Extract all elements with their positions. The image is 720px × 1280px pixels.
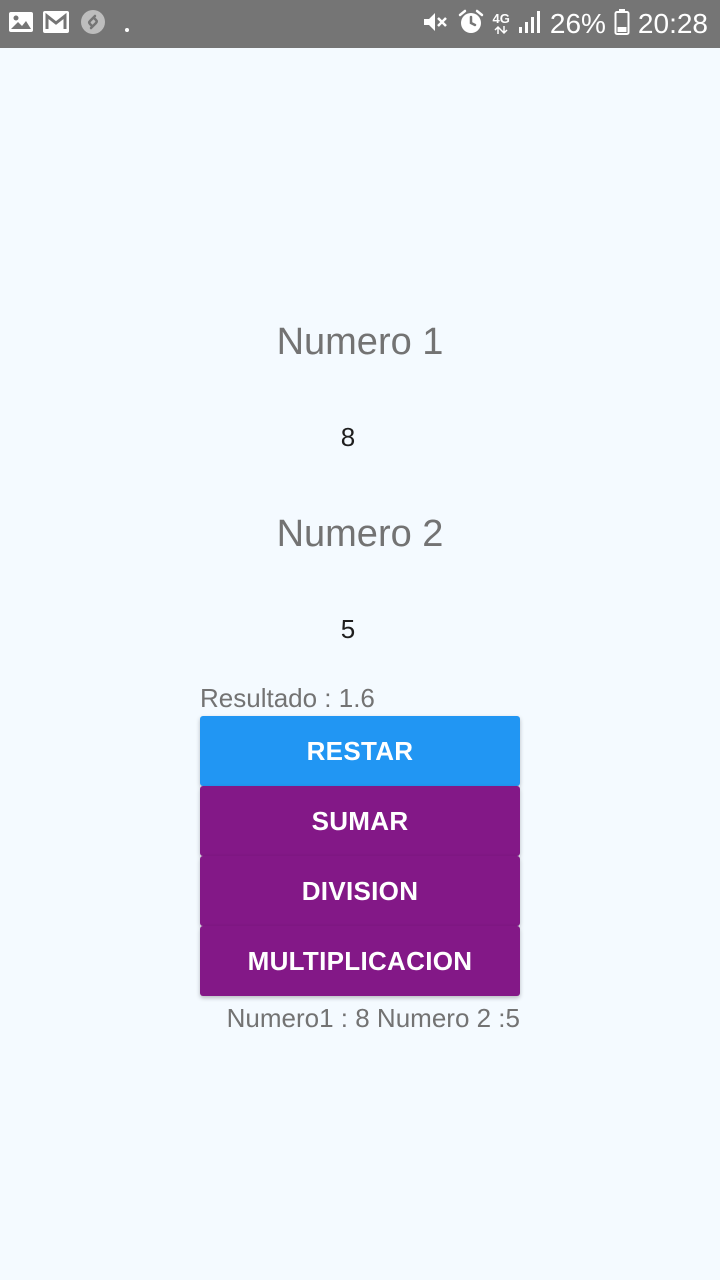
result-text: Resultado : 1.6 [200,683,375,713]
vibrate-icon [421,8,449,41]
numbers-summary: Numero1 : 8 Numero 2 :5 [226,1003,520,1033]
gmail-icon [42,9,70,40]
alarm-icon [457,8,485,41]
division-button[interactable]: DIVISION [200,856,520,926]
calculator-screen: Numero 1 8 Numero 2 5 Resultado : 1.6 RE… [0,48,720,1280]
status-bar: 4G 26% 20:28 [0,0,720,48]
multiplicacion-button[interactable]: MULTIPLICACION [200,926,520,996]
image-icon [8,9,34,40]
signal-icon [518,9,542,40]
sumar-button[interactable]: SUMAR [200,786,520,856]
network-label: 4G [492,11,510,26]
numero1-input[interactable]: 8 [318,421,378,453]
numero1-label: Numero 1 [276,321,444,363]
dot-icon [124,20,130,38]
clock: 20:28 [637,8,708,39]
system-icons: 4G 26% 20:28 [421,6,708,42]
numero2-label: Numero 2 [276,513,444,555]
numero2-input[interactable]: 5 [318,613,378,645]
battery-percent: 26% [549,8,606,39]
network-4g-icon: 4G [492,11,510,35]
battery-icon [614,8,630,41]
restar-button[interactable]: RESTAR [200,716,520,786]
shazam-icon [80,9,106,40]
